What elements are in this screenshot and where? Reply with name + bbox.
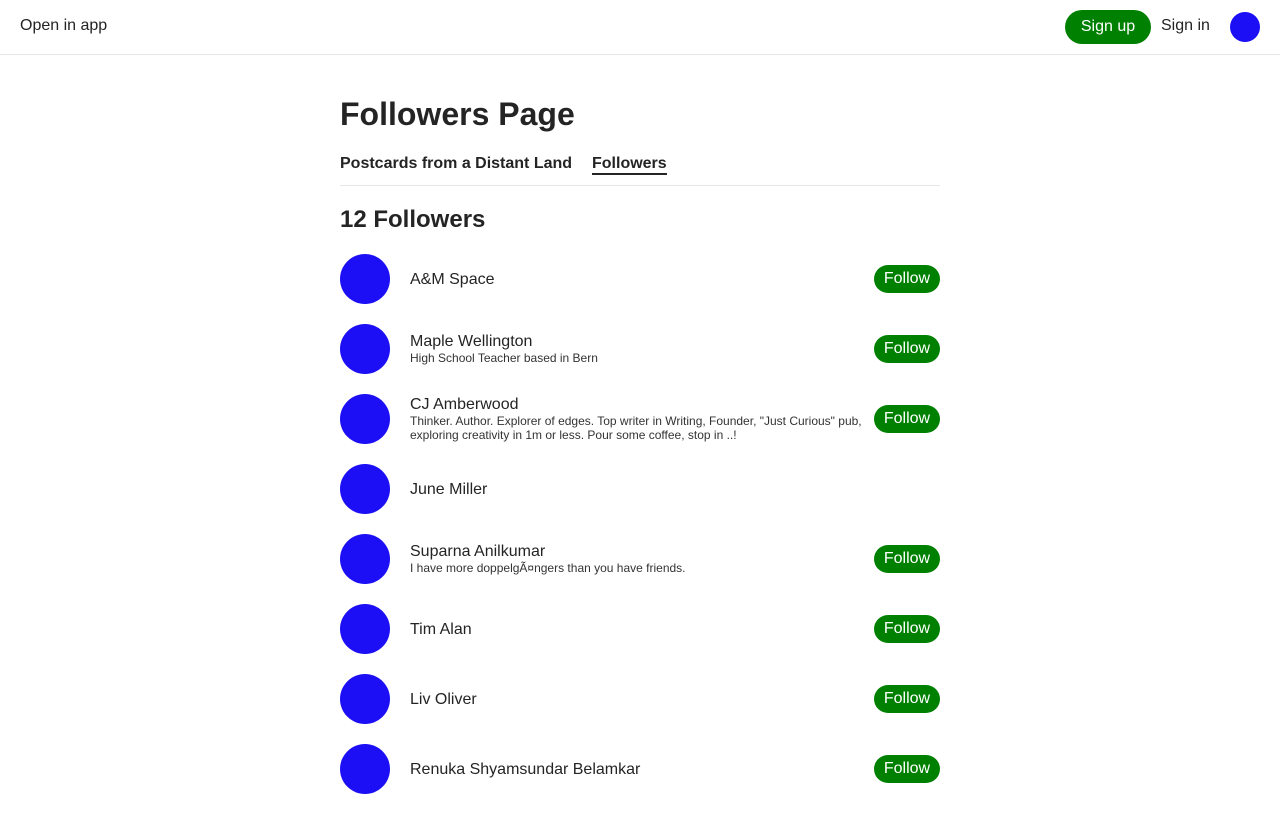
follower-row: Renuka Shyamsundar Belamkar Follow (340, 744, 940, 814)
follower-name[interactable]: A&M Space (410, 271, 870, 288)
follower-info: Renuka Shyamsundar Belamkar (410, 744, 870, 794)
follow-button[interactable]: Follow (874, 335, 940, 363)
followers-list: A&M Space Follow Maple Wellington High Scho… (340, 254, 940, 814)
follower-info: CJ Amberwood Thinker. Author. Explorer of… (410, 394, 870, 444)
top-navigation-bar: Open in app Sign up Sign in (0, 0, 1280, 55)
user-avatar-icon[interactable] (1230, 12, 1260, 42)
follow-button[interactable]: Follow (874, 755, 940, 783)
follower-name[interactable]: Suparna Anilkumar (410, 543, 870, 560)
follower-bio: Thinker. Author. Explorer of edges. Top … (410, 414, 862, 442)
follower-row: A&M Space Follow (340, 254, 940, 324)
follower-avatar-icon[interactable] (340, 674, 390, 724)
follow-button[interactable]: Follow (874, 545, 940, 573)
followers-count-heading: 12 Followers (340, 206, 486, 233)
tab-publication[interactable]: Postcards from a Distant Land (340, 154, 572, 173)
follower-name[interactable]: June Miller (410, 481, 870, 498)
follower-info: A&M Space (410, 254, 870, 304)
tab-followers[interactable]: Followers (592, 154, 667, 175)
follow-button[interactable]: Follow (874, 615, 940, 643)
follow-button[interactable]: Follow (874, 405, 940, 433)
tab-bar: Postcards from a Distant Land Followers (340, 154, 940, 186)
follower-name[interactable]: Tim Alan (410, 621, 870, 638)
follow-button[interactable]: Follow (874, 685, 940, 713)
follower-bio: High School Teacher based in Bern (410, 351, 598, 365)
follower-row: Suparna Anilkumar I have more doppelgÃ¤ng… (340, 534, 940, 604)
follower-avatar-icon[interactable] (340, 744, 390, 794)
follower-name[interactable]: CJ Amberwood (410, 396, 870, 413)
follower-info: Maple Wellington High School Teacher base… (410, 324, 870, 374)
follower-bio: I have more doppelgÃ¤ngers than you have… (410, 561, 686, 575)
follower-avatar-icon[interactable] (340, 324, 390, 374)
follower-info: June Miller (410, 464, 870, 514)
follower-name[interactable]: Maple Wellington (410, 333, 870, 350)
open-in-app-link[interactable]: Open in app (20, 17, 107, 35)
sign-up-button[interactable]: Sign up (1065, 10, 1151, 44)
follower-row: CJ Amberwood Thinker. Author. Explorer of… (340, 394, 940, 464)
follower-info: Liv Oliver (410, 674, 870, 724)
follower-info: Suparna Anilkumar I have more doppelgÃ¤ng… (410, 534, 870, 584)
follower-name[interactable]: Liv Oliver (410, 691, 870, 708)
follower-name[interactable]: Renuka Shyamsundar Belamkar (410, 761, 870, 778)
follower-row: June Miller (340, 464, 940, 534)
sign-in-link[interactable]: Sign in (1161, 17, 1210, 35)
follower-avatar-icon[interactable] (340, 604, 390, 654)
follower-info: Tim Alan (410, 604, 870, 654)
follower-avatar-icon[interactable] (340, 254, 390, 304)
follower-avatar-icon[interactable] (340, 464, 390, 514)
follower-avatar-icon[interactable] (340, 534, 390, 584)
page-title: Followers Page (340, 96, 575, 132)
follower-row: Maple Wellington High School Teacher base… (340, 324, 940, 394)
follower-row: Liv Oliver Follow (340, 674, 940, 744)
follow-button[interactable]: Follow (874, 265, 940, 293)
follower-row: Tim Alan Follow (340, 604, 940, 674)
follower-avatar-icon[interactable] (340, 394, 390, 444)
